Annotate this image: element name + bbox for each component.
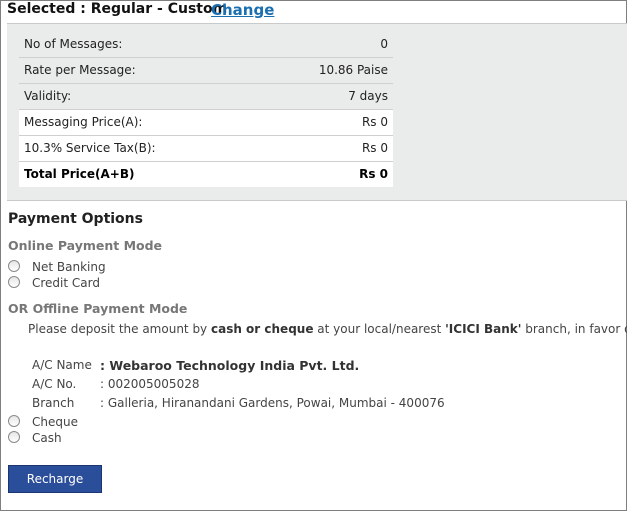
deposit-method: cash or cheque (210, 322, 314, 336)
recharge-button[interactable]: Recharge (8, 465, 102, 493)
net-banking-label: Net Banking (32, 260, 106, 274)
branch-label: Branch (32, 396, 75, 410)
price-summary-panel: No of Messages: 0 Rate per Message: 10.8… (7, 23, 627, 201)
selected-plan-label: Selected : Regular - Custom (7, 1, 228, 17)
change-plan-link[interactable]: Change (211, 1, 274, 19)
online-payment-title: Online Payment Mode (8, 238, 163, 253)
account-name-label: A/C Name (32, 358, 92, 372)
price-summary-table: No of Messages: 0 Rate per Message: 10.8… (19, 32, 393, 187)
credit-card-label: Credit Card (32, 276, 100, 290)
summary-value: Rs 0 (359, 167, 388, 181)
account-name-value: : Webaroo Technology India Pvt. Ltd. (100, 358, 360, 373)
summary-value: Rs 0 (361, 141, 388, 155)
offline-payment-title: OR Offline Payment Mode (8, 301, 188, 316)
account-number-label: A/C No. (32, 377, 77, 391)
summary-value: 10.86 Paise (318, 63, 388, 77)
deposit-suffix: branch, in favor of : (525, 322, 627, 336)
cheque-radio[interactable] (8, 415, 20, 427)
summary-row-rate: Rate per Message: 10.86 Paise (19, 58, 393, 84)
cash-label: Cash (32, 431, 62, 445)
summary-row-validity: Validity: 7 days (19, 84, 393, 110)
summary-label: Validity: (24, 89, 72, 103)
recharge-panel: Selected : Regular - Custom Change No of… (0, 0, 627, 511)
net-banking-radio[interactable] (8, 260, 20, 272)
summary-label: Rate per Message: (24, 63, 136, 77)
summary-label: Messaging Price(A): (24, 115, 143, 129)
summary-value: 0 (380, 37, 388, 51)
deposit-instructions: Please deposit the amount by cash or che… (28, 322, 627, 336)
cheque-label: Cheque (32, 415, 78, 429)
summary-row-service-tax: 10.3% Service Tax(B): Rs 0 (19, 136, 393, 162)
branch-value: : Galleria, Hiranandani Gardens, Powai, … (100, 396, 445, 410)
summary-value: 7 days (348, 89, 388, 103)
cash-radio[interactable] (8, 431, 20, 443)
selection-header: Selected : Regular - Custom Change (1, 1, 626, 21)
summary-row-messaging-price: Messaging Price(A): Rs 0 (19, 110, 393, 136)
summary-label: No of Messages: (24, 37, 123, 51)
summary-row-total: Total Price(A+B) Rs 0 (19, 162, 393, 187)
deposit-prefix: Please deposit the amount by (28, 322, 211, 336)
summary-row-messages: No of Messages: 0 (19, 32, 393, 58)
summary-label: Total Price(A+B) (24, 167, 135, 181)
account-number-value: : 002005005028 (100, 377, 200, 391)
deposit-middle: at your local/nearest (313, 322, 446, 336)
credit-card-radio[interactable] (8, 276, 20, 288)
payment-options-title: Payment Options (8, 211, 143, 227)
summary-value: Rs 0 (361, 115, 388, 129)
deposit-bank: 'ICICI Bank' (445, 322, 522, 336)
summary-label: 10.3% Service Tax(B): (24, 141, 156, 155)
